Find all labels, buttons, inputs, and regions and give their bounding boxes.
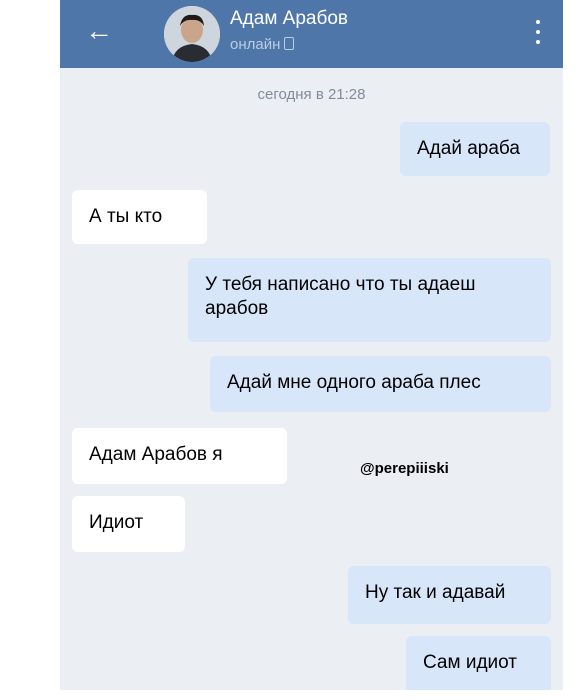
message-outgoing[interactable]: Адай мне одного араба плес	[210, 356, 551, 412]
message-outgoing[interactable]: У тебя написано что ты адаеш арабов	[188, 258, 551, 342]
arrow-left-icon: ←	[85, 15, 113, 46]
message-incoming[interactable]: Идиот	[72, 496, 185, 552]
more-vertical-icon-dot	[536, 40, 540, 44]
message-incoming[interactable]: Адам Арабов я	[72, 428, 287, 484]
more-vertical-icon	[536, 20, 540, 24]
message-outgoing[interactable]: Адай араба	[400, 122, 550, 176]
contact-name[interactable]: Адам Арабов	[230, 8, 348, 30]
message-outgoing[interactable]: Ну так и адавай	[348, 566, 551, 624]
chat-screen: ← Адам Арабов онлайн сегодня в 21:28 Ада…	[60, 0, 563, 690]
chat-header: ← Адам Арабов онлайн	[60, 0, 563, 68]
status-text: онлайн	[230, 36, 281, 53]
mobile-device-icon	[284, 37, 295, 50]
message-outgoing[interactable]: Сам идиот	[406, 636, 551, 690]
user-avatar-icon	[164, 6, 220, 62]
more-menu-button[interactable]	[532, 18, 544, 46]
avatar[interactable]	[164, 6, 220, 62]
message-incoming[interactable]: А ты кто	[72, 190, 207, 244]
back-button[interactable]: ←	[82, 14, 116, 48]
date-divider: сегодня в 21:28	[257, 86, 366, 103]
more-vertical-icon-dot	[536, 30, 540, 34]
contact-status: онлайн	[230, 36, 295, 53]
watermark: @perepiiiski	[360, 460, 449, 477]
